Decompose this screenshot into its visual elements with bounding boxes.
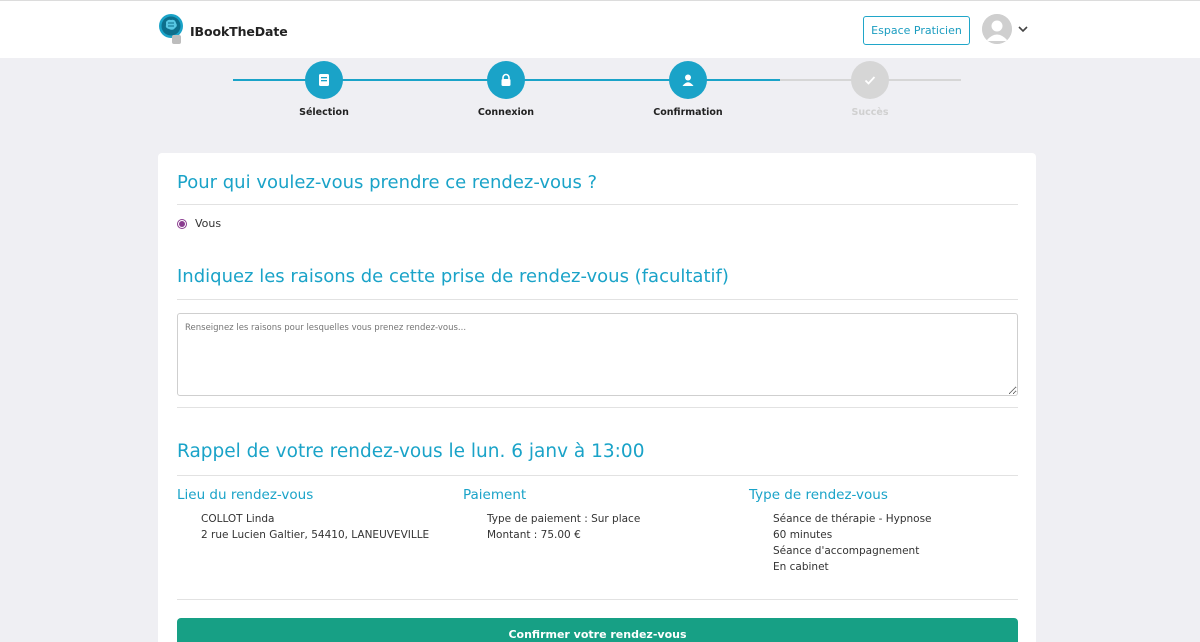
divider [177, 475, 1018, 476]
logo[interactable]: IBookTheDate [158, 13, 288, 45]
practitioner-space-button[interactable]: Espace Praticien [863, 16, 970, 45]
reminder-title: Rappel de votre rendez-vous le lun. 6 ja… [177, 441, 645, 462]
type-block: Type de rendez-vous Séance de thérapie -… [749, 487, 932, 575]
chevron-down-icon[interactable] [1016, 21, 1030, 35]
step-success: Succès [810, 61, 930, 118]
who-title: Pour qui voulez-vous prendre ce rendez-v… [177, 172, 598, 193]
location-block: Lieu du rendez-vous COLLOT Linda 2 rue L… [177, 487, 429, 543]
payment-line: Type de paiement : Sur place [487, 513, 641, 525]
lock-icon [487, 61, 525, 99]
divider [177, 299, 1018, 300]
radio-option-you[interactable]: Vous [177, 217, 221, 230]
radio-label: Vous [195, 217, 222, 230]
book-icon [305, 61, 343, 99]
top-header: IBookTheDate Espace Praticien [0, 0, 1200, 58]
payment-line: Montant : 75.00 € [487, 529, 581, 541]
step-label: Succès [851, 107, 889, 118]
brain-logo-icon [158, 13, 188, 45]
type-line: 60 minutes [773, 529, 833, 541]
type-line: Séance de thérapie - Hypnose [773, 513, 932, 525]
check-icon [851, 61, 889, 99]
step-connexion[interactable]: Connexion [446, 61, 566, 118]
step-label: Connexion [477, 107, 535, 118]
type-line: En cabinet [773, 561, 829, 573]
radio-button[interactable] [177, 218, 187, 229]
location-title: Lieu du rendez-vous [177, 487, 314, 503]
step-label: Confirmation [653, 107, 723, 118]
divider [177, 599, 1018, 600]
payment-title: Paiement [463, 487, 527, 503]
step-selection[interactable]: Sélection [264, 61, 384, 118]
reasons-title: Indiquez les raisons de cette prise de r… [177, 266, 729, 287]
divider [177, 407, 1018, 408]
booking-card: Pour qui voulez-vous prendre ce rendez-v… [158, 153, 1036, 642]
type-title: Type de rendez-vous [749, 487, 888, 503]
divider [177, 204, 1018, 205]
brand-name: IBookTheDate [190, 23, 288, 39]
type-line: Séance d'accompagnement [773, 545, 920, 557]
location-line: 2 rue Lucien Galtier, 54410, LANEUVEVILL… [201, 529, 430, 541]
step-confirmation[interactable]: Confirmation [628, 61, 748, 118]
payment-block: Paiement Type de paiement : Sur place Mo… [463, 487, 640, 543]
confirm-button[interactable]: Confirmer votre rendez-vous [177, 618, 1018, 642]
booking-stepper: Sélection Connexion Confirmation Succès [0, 58, 1200, 128]
step-label: Sélection [299, 107, 349, 118]
user-avatar[interactable] [982, 14, 1012, 44]
user-icon [669, 61, 707, 99]
reasons-textarea[interactable] [177, 313, 1018, 396]
location-line: COLLOT Linda [201, 513, 275, 525]
